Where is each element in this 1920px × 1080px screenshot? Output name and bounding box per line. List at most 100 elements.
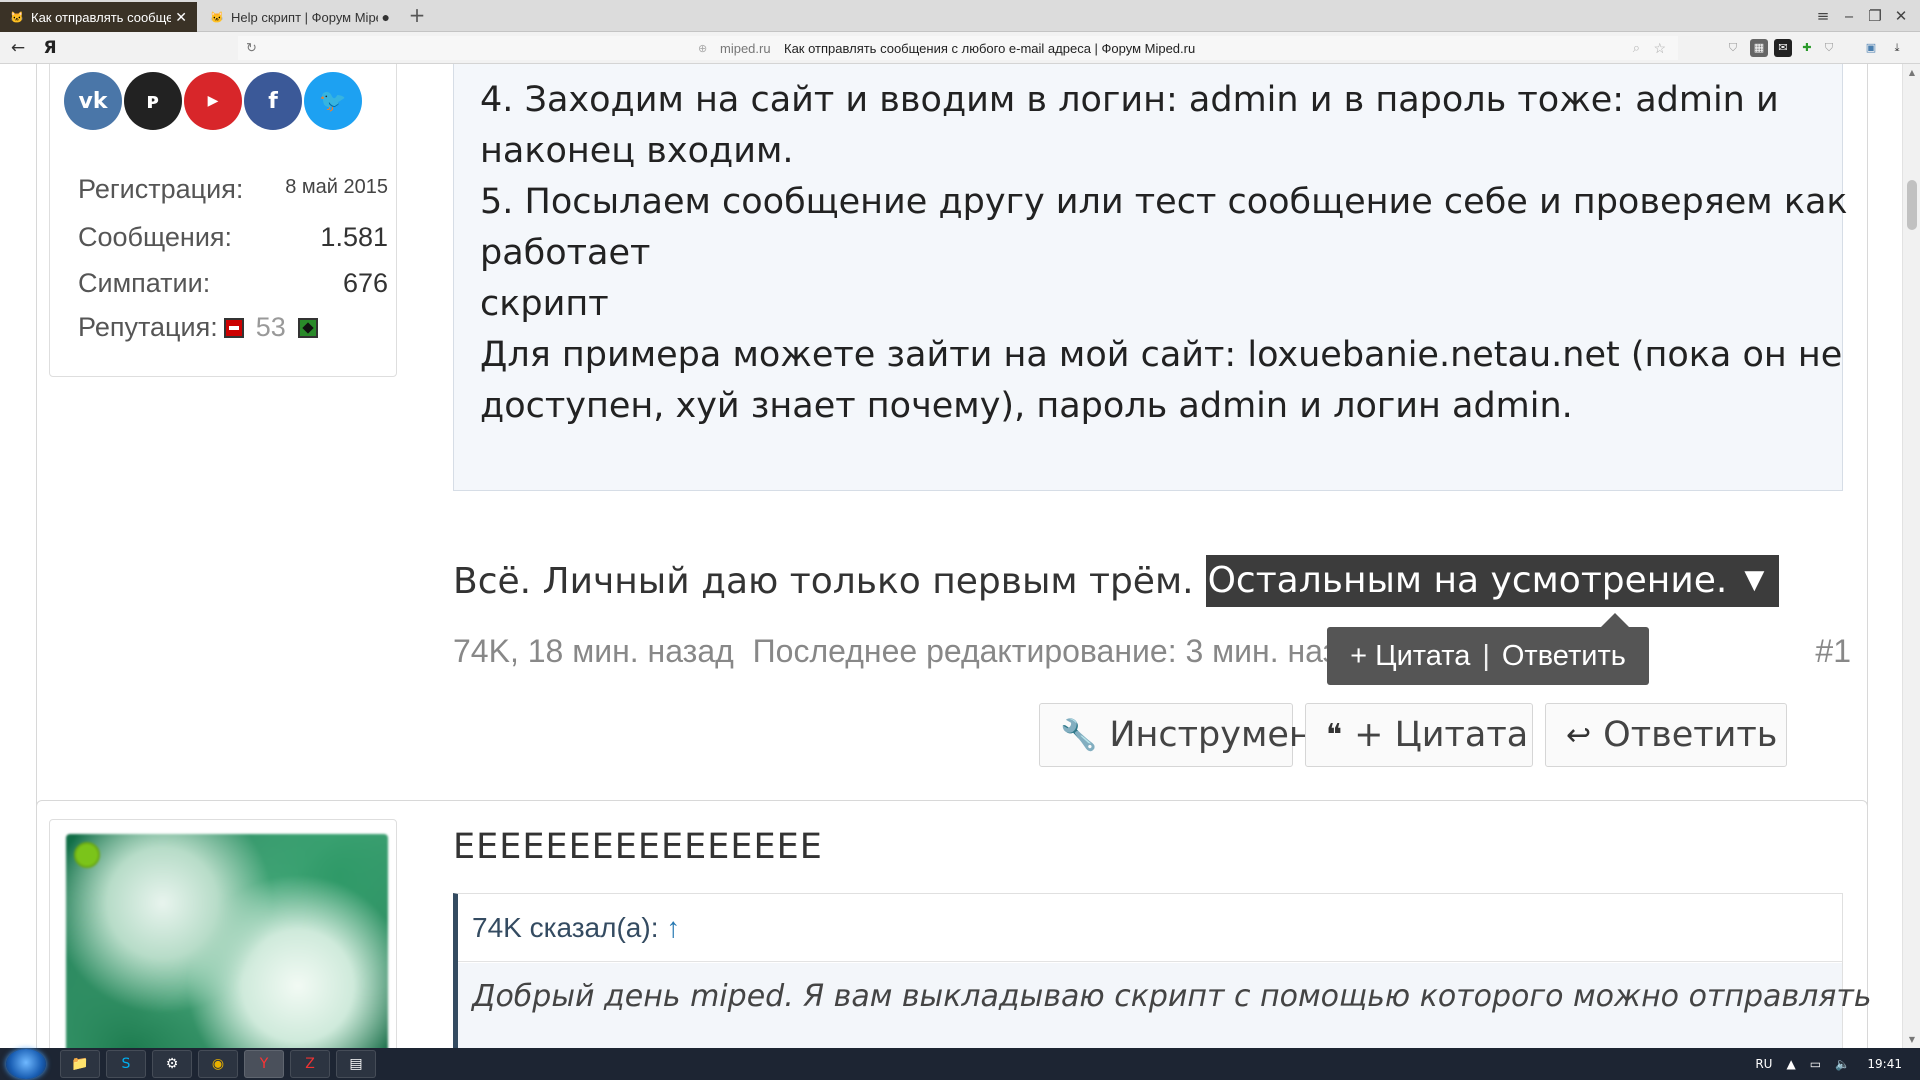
post-last-line: Всё. Личный даю только первым трём. Оста… [453,555,1780,607]
online-status-icon [74,842,100,868]
content-line: наконец входим. [480,131,794,171]
download-icon[interactable]: ⤓ [1888,39,1906,57]
start-button[interactable] [6,1049,46,1079]
menu-icon[interactable]: ≡ [1812,6,1834,26]
tab-title: Как отправлять сообщения с любого e-mail… [31,9,172,25]
new-tab-button[interactable]: + [406,5,428,27]
quote-tooltip: + Цитата | Ответить [1327,613,1649,685]
reputation-value: 53 [255,312,286,342]
url-field[interactable]: ↻ ⊕ miped.ru Как отправлять сообщения с … [238,36,1678,60]
author-time[interactable]: 74K, 18 мин. назад [453,633,734,669]
post-content-box: 4. Заходим на сайт и вводим в логин: adm… [453,64,1848,491]
stat-likes: Симпатии: 676 [78,268,388,299]
content-line: 5. Посылаем сообщение другу или тест соо… [480,182,1848,222]
scroll-up-icon[interactable]: ▲ [1903,68,1920,77]
reputation-plus-icon[interactable] [297,317,318,338]
yandex-button[interactable]: Я [40,37,60,59]
clock[interactable]: 19:41 [1867,1057,1902,1071]
reply-button[interactable]: ↩ Ответить [1545,703,1787,767]
quote-header: 74K сказал(а): ↑ [458,894,1842,962]
stat-value: 8 май 2015 [285,176,388,198]
restore-icon[interactable]: ❐ [1864,6,1886,26]
extension-green-icon[interactable]: ✚ [1798,39,1816,57]
language-indicator[interactable]: RU [1755,1057,1772,1071]
quote-button[interactable]: ❝ + Цитата [1305,703,1533,767]
extension-icon[interactable]: ▦ [1750,39,1768,57]
quote-label: + Цитата [1354,715,1529,755]
selection-dropdown-icon[interactable]: ▼ [1729,555,1780,607]
wrench-icon: 🔧 [1060,717,1098,753]
bookmark-star-icon[interactable]: ☆ [1653,40,1666,57]
quote-jump-arrow-icon[interactable]: ↑ [666,912,680,943]
yandex-browser-icon[interactable]: Y [244,1050,284,1078]
network-icon[interactable]: ▭ [1810,1057,1821,1071]
vk-icon[interactable]: vk [64,72,122,130]
reputation: Репутация: 53 [78,312,324,343]
content-line: 4. Заходим на сайт и вводим в логин: adm… [480,80,1779,120]
scrollbar[interactable]: ▲ ▼ [1902,64,1920,1048]
scroll-down-icon[interactable]: ▼ [1903,1035,1920,1044]
minimize-icon[interactable]: ‒ [1838,6,1860,26]
message-pointer [397,841,413,877]
steam-icon[interactable]: ⚙ [152,1050,192,1078]
twitter-icon[interactable]: 🐦 [304,72,362,130]
content-line: работает [480,233,651,273]
close-tab-icon[interactable]: ✕ [175,9,187,26]
search-icon[interactable]: ⌕ [1633,40,1640,56]
facebook-icon[interactable]: f [244,72,302,130]
quote-body: Добрый день miped. Я вам выкладываю скри… [458,963,1872,1048]
tab-active[interactable]: 🐱 Как отправлять сообщения с любого e-ma… [0,2,197,32]
tab-dot-icon[interactable]: ● [382,9,390,25]
adblock-icon[interactable]: ⛉ [1820,39,1838,57]
filezilla-icon[interactable]: Z [290,1050,330,1078]
selected-text[interactable]: Остальным на усмотрение. [1205,555,1730,607]
mail-icon[interactable]: ✉ [1774,39,1792,57]
volume-icon[interactable]: 🔈 [1835,1057,1850,1071]
skype-icon[interactable]: S [106,1050,146,1078]
app-icon[interactable]: ▤ [336,1050,376,1078]
back-button[interactable]: ← [8,37,28,59]
social-links: vk ᴘ ▶ f 🐦 [64,72,364,130]
playstation-icon[interactable]: ᴘ [124,72,182,130]
avatar[interactable] [66,834,388,1048]
quote-icon: ❝ [1326,717,1343,753]
stat-messages: Сообщения: 1.581 [78,222,388,253]
last-edit: Последнее редактирование: 3 мин. назад [752,633,1374,669]
youtube-icon[interactable]: ▶ [184,72,242,130]
shield-icon[interactable]: ⛉ [1724,39,1742,57]
stat-label: Сообщения: [78,222,233,252]
quote-author: 74K сказал(а): [472,912,659,943]
site-icon: ⊕ [698,42,708,55]
stat-value: 1.581 [320,222,388,252]
reply-arrow-icon: ↩ [1566,717,1592,753]
page-content: vk ᴘ ▶ f 🐦 Регистрация: 8 май 2015 Сообщ… [0,64,1902,1048]
reputation-minus-icon[interactable] [223,317,244,338]
user-info-box [49,819,397,1048]
post-number[interactable]: #1 [1815,633,1851,670]
tray-expand-icon[interactable]: ▲ [1786,1057,1795,1071]
screen-icon[interactable]: ▣ [1862,39,1880,57]
chrome-icon[interactable]: ◉ [198,1050,238,1078]
url-host: miped.ru [720,40,771,56]
content-line: Для примера можете зайти на мой сайт: lo… [480,335,1843,375]
reputation-label: Репутация: [78,312,218,342]
stat-value: 676 [342,268,388,298]
close-window-icon[interactable]: ✕ [1890,6,1912,26]
post: ЕЕЕЕЕЕЕЕЕЕЕЕЕЕЕЕ 74K сказал(а): ↑ Добрый… [36,800,1872,1048]
tools-button[interactable]: 🔧 Инструменты [1039,703,1360,767]
url-page-title: Как отправлять сообщения с любого e-mail… [784,40,1196,56]
tab-title: Help скрипт | Форум Miped.ru [231,9,378,25]
scrollbar-thumb[interactable] [1907,180,1917,230]
tooltip-quote-link[interactable]: + Цитата [1350,640,1470,673]
system-tray: RU ▲ ▭ 🔈 [1755,1048,1850,1080]
user-info-box: vk ᴘ ▶ f 🐦 Регистрация: 8 май 2015 Сообщ… [49,64,397,377]
tab-bar: 🐱 Как отправлять сообщения с любого e-ma… [0,0,1920,32]
reload-icon[interactable]: ↻ [246,40,257,56]
tooltip-reply-link[interactable]: Ответить [1502,640,1626,673]
explorer-icon[interactable]: 📁 [60,1050,100,1078]
favicon-icon: 🐱 [10,11,24,24]
reply-label: Ответить [1603,715,1778,755]
post: vk ᴘ ▶ f 🐦 Регистрация: 8 май 2015 Сообщ… [36,64,1868,820]
tooltip-separator: | [1482,639,1490,672]
tab-inactive[interactable]: 🐱 Help скрипт | Форум Miped.ru ● [200,2,400,32]
